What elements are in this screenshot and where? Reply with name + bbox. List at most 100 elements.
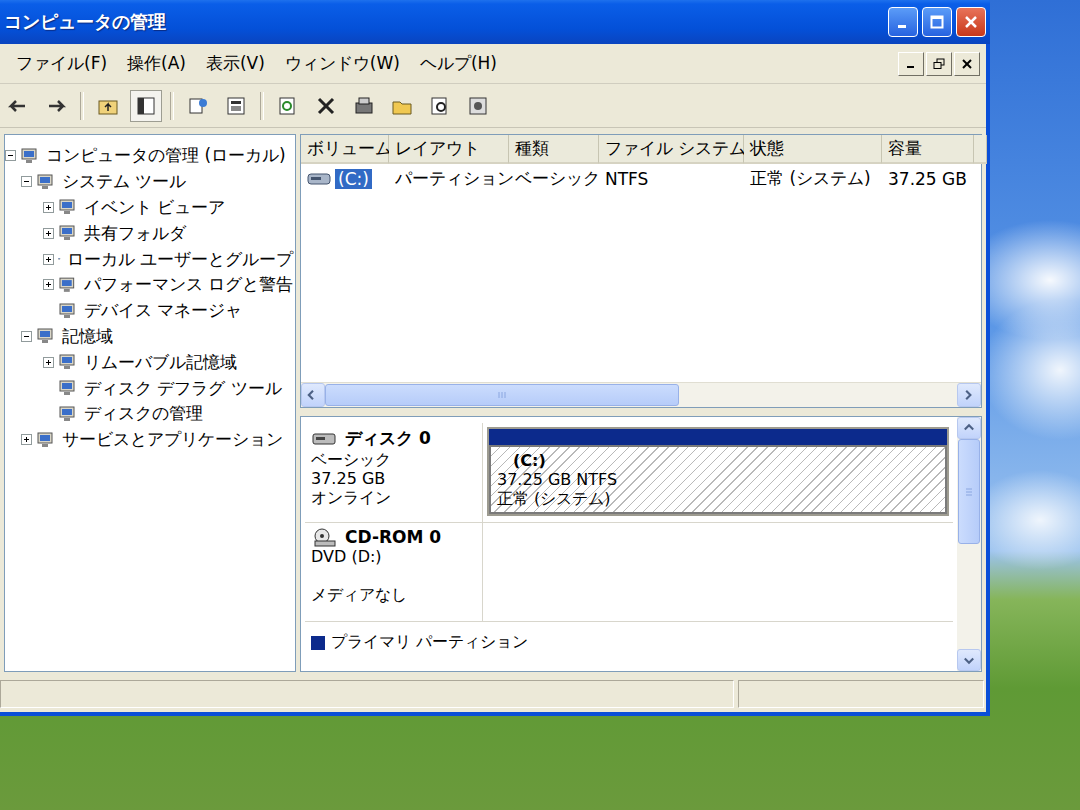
expander[interactable] [43,254,54,265]
status-panel [738,680,984,708]
expander[interactable] [5,150,16,161]
tree-item[interactable]: システム ツール [5,169,295,195]
scroll-thumb[interactable] [325,384,679,406]
column-header[interactable]: ファイル システム [599,135,744,164]
disk-map: ディスク 0ベーシック37.25 GBオンライン(C:)37.25 GB NTF… [300,416,982,672]
disk-row[interactable]: CD-ROM 0DVD (D:)メディアなし [305,523,953,622]
tree-item[interactable]: ディスクの管理 [5,401,295,427]
menu-bar: ファイル(F)操作(A)表示(V)ウィンドウ(W)ヘルプ(H) [0,44,986,84]
menu-item[interactable]: 表示(V) [196,48,275,79]
tree-item[interactable]: 共有フォルダ [5,220,295,246]
close-button[interactable] [956,7,986,37]
tree-item[interactable]: ディスク デフラグ ツール [5,375,295,401]
menu-item[interactable]: ウィンドウ(W) [275,48,410,79]
tree-item[interactable]: ローカル ユーザーとグループ [5,246,295,272]
close-icon [961,58,973,70]
refresh-icon [277,95,299,117]
menu-item[interactable]: 操作(A) [117,48,196,79]
disk-info: ベーシック [311,450,476,469]
expander[interactable] [21,176,32,187]
tree-item[interactable]: リムーバブル記憶域 [5,349,295,375]
tree-item[interactable]: 記憶域 [5,324,295,350]
tree-item[interactable]: パフォーマンス ログと警告 [5,272,295,298]
table-cell[interactable]: パーティション [389,164,509,193]
table-cell[interactable]: (C:) [301,164,389,193]
delete-icon [315,95,337,117]
status-panel [0,680,734,708]
toolbar-button[interactable] [386,90,418,122]
toolbar-button[interactable] [130,90,162,122]
title-bar[interactable]: コンピュータの管理 [0,0,990,44]
tree-node-icon [58,404,78,424]
volume-list: ボリュームレイアウト種類ファイル システム状態容量 (C:)パーティションベーシッ… [300,134,982,408]
tree-label: イベント ビューア [82,196,227,219]
maximize-icon [930,15,944,29]
table-cell[interactable]: 37.25 GB [882,164,974,193]
scroll-right-button[interactable] [957,383,981,407]
expander[interactable] [21,331,32,342]
tree-item[interactable]: デバイス マネージャ [5,298,295,324]
toolbar-button[interactable] [424,90,456,122]
tree-label: 共有フォルダ [82,222,188,245]
menu-item[interactable]: ヘルプ(H) [410,48,507,79]
arrow-up-icon [962,421,976,435]
disk-name: ディスク 0 [311,427,476,450]
restore-icon [933,58,945,70]
scroll-up-button[interactable] [957,417,981,439]
expander[interactable] [43,357,54,368]
scroll-thumb[interactable] [958,439,980,544]
scroll-left-button[interactable] [301,383,325,407]
arrow-right-icon [962,388,976,402]
partition[interactable]: (C:)37.25 GB NTFS正常 (システム) [487,427,949,516]
tree-node-icon [36,326,56,346]
tree-item[interactable]: イベント ビューア [5,195,295,221]
column-header[interactable]: レイアウト [389,135,509,164]
mdi-minimize-button[interactable] [898,52,924,76]
expander[interactable] [43,228,54,239]
scroll-down-button[interactable] [957,649,981,671]
tree-node-icon [58,249,61,269]
grip-icon [964,487,974,497]
toolbar-button[interactable] [348,90,380,122]
tree-item[interactable]: サービスとアプリケーション [5,427,295,453]
column-header[interactable]: 状態 [744,135,882,164]
vertical-scrollbar[interactable] [957,417,981,671]
menu-item[interactable]: ファイル(F) [6,48,117,79]
expander[interactable] [21,434,32,445]
toolbar-button[interactable] [462,90,494,122]
toolbar-button[interactable] [182,90,214,122]
disk-row[interactable]: ディスク 0ベーシック37.25 GBオンライン(C:)37.25 GB NTF… [305,423,953,523]
expander[interactable] [43,202,54,213]
mdi-restore-button[interactable] [926,52,952,76]
horizontal-scrollbar[interactable] [301,382,981,407]
toolbar-button[interactable] [310,90,342,122]
mdi-close-button[interactable] [954,52,980,76]
tree-label: コンピュータの管理 (ローカル) [44,144,288,167]
column-header[interactable]: ボリューム [301,135,389,164]
scroll-track[interactable] [325,383,957,407]
tree-label: ディスク デフラグ ツール [82,377,284,400]
table-cell[interactable]: 正常 (システム) [744,164,882,193]
disk-info: メディアなし [311,585,476,604]
table-cell[interactable]: NTFS [599,164,744,193]
computer-management-window[interactable]: コンピュータの管理ファイル(F)操作(A)表示(V)ウィンドウ(W)ヘルプ(H)… [0,0,990,716]
toolbar-button[interactable] [40,90,72,122]
column-header[interactable]: 容量 [882,135,974,164]
toolbar-button[interactable] [2,90,34,122]
toolbar-button[interactable] [272,90,304,122]
toolbar-button[interactable] [92,90,124,122]
column-header[interactable]: 種類 [509,135,599,164]
scroll-track[interactable] [957,439,981,649]
expander[interactable] [43,279,54,290]
minimize-button[interactable] [888,7,918,37]
maximize-button[interactable] [922,7,952,37]
table-cell [974,164,987,193]
tree-item[interactable]: コンピュータの管理 (ローカル) [5,143,295,169]
caption-buttons [888,7,986,37]
arrow-left-icon [306,388,320,402]
settings-icon [467,95,489,117]
toolbar-button[interactable] [220,90,252,122]
tree-node-icon [58,352,78,372]
table-cell[interactable]: ベーシック [509,164,599,193]
